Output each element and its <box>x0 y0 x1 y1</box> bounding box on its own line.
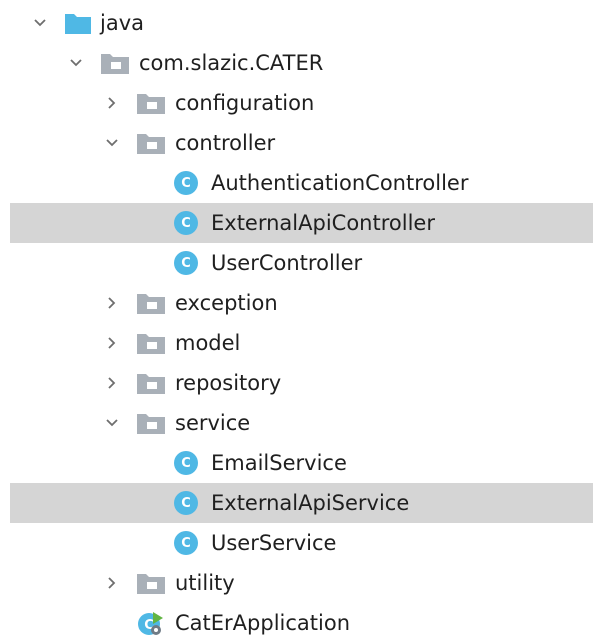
chevron-down-icon[interactable] <box>100 411 124 435</box>
tree-node-label: java <box>100 11 144 35</box>
tree-node-label: utility <box>175 571 235 595</box>
tree-node-label: UserController <box>211 251 363 275</box>
tree-node-label: service <box>175 411 251 435</box>
chevron-right-icon[interactable] <box>100 291 124 315</box>
class-badge-letter: C <box>174 531 198 555</box>
tree-node-package[interactable]: repository <box>0 363 593 403</box>
chevron-right-icon[interactable] <box>100 371 124 395</box>
tree-node-label: CatErApplication <box>175 611 351 635</box>
package-icon <box>136 571 166 595</box>
class-icon: C <box>174 251 198 275</box>
tree-node-java[interactable]: java <box>0 3 593 43</box>
tree-node-class-selected[interactable]: C ExternalApiService <box>10 483 593 523</box>
package-icon <box>136 291 166 315</box>
tree-node-package[interactable]: controller <box>0 123 593 163</box>
class-badge-letter: C <box>174 211 198 235</box>
project-tree: java com.slazic.CATER configuration cont… <box>0 0 593 639</box>
tree-node-label: controller <box>175 131 276 155</box>
tree-node-label: EmailService <box>211 451 347 475</box>
tree-node-package[interactable]: exception <box>0 283 593 323</box>
tree-node-label: AuthenticationController <box>211 171 469 195</box>
tree-node-label: ExternalApiController <box>211 211 435 235</box>
class-badge-letter: C <box>174 171 198 195</box>
chevron-right-icon[interactable] <box>100 91 124 115</box>
chevron-down-icon[interactable] <box>100 131 124 155</box>
package-icon <box>136 331 166 355</box>
spring-boot-application-icon: C <box>136 609 166 637</box>
tree-node-package[interactable]: utility <box>0 563 593 603</box>
class-icon: C <box>174 211 198 235</box>
package-icon <box>136 371 166 395</box>
tree-node-class[interactable]: C EmailService <box>0 443 593 483</box>
class-icon: C <box>174 451 198 475</box>
tree-node-label: repository <box>175 371 282 395</box>
source-folder-icon <box>64 11 92 35</box>
class-badge-letter: C <box>174 451 198 475</box>
tree-node-package[interactable]: service <box>0 403 593 443</box>
class-icon: C <box>174 491 198 515</box>
class-icon: C <box>174 531 198 555</box>
chevron-right-icon[interactable] <box>100 571 124 595</box>
tree-node-label: exception <box>175 291 278 315</box>
tree-node-package[interactable]: configuration <box>0 83 593 123</box>
package-icon <box>100 51 130 75</box>
tree-node-application[interactable]: C CatErApplication <box>0 603 593 643</box>
package-icon <box>136 131 166 155</box>
chevron-down-icon[interactable] <box>64 51 88 75</box>
class-icon: C <box>174 171 198 195</box>
tree-node-class[interactable]: C UserController <box>0 243 593 283</box>
class-badge-letter: C <box>174 251 198 275</box>
package-icon <box>136 411 166 435</box>
tree-node-label: model <box>175 331 241 355</box>
tree-node-class-selected[interactable]: C ExternalApiController <box>10 203 593 243</box>
tree-node-class[interactable]: C UserService <box>0 523 593 563</box>
chevron-down-icon[interactable] <box>28 11 52 35</box>
tree-node-label: configuration <box>175 91 315 115</box>
tree-node-label: UserService <box>211 531 337 555</box>
tree-node-package[interactable]: com.slazic.CATER <box>0 43 593 83</box>
tree-node-class[interactable]: C AuthenticationController <box>0 163 593 203</box>
tree-node-label: com.slazic.CATER <box>139 51 324 75</box>
tree-node-label: ExternalApiService <box>211 491 410 515</box>
package-icon <box>136 91 166 115</box>
tree-node-package[interactable]: model <box>0 323 593 363</box>
class-badge-letter: C <box>174 491 198 515</box>
chevron-right-icon[interactable] <box>100 331 124 355</box>
